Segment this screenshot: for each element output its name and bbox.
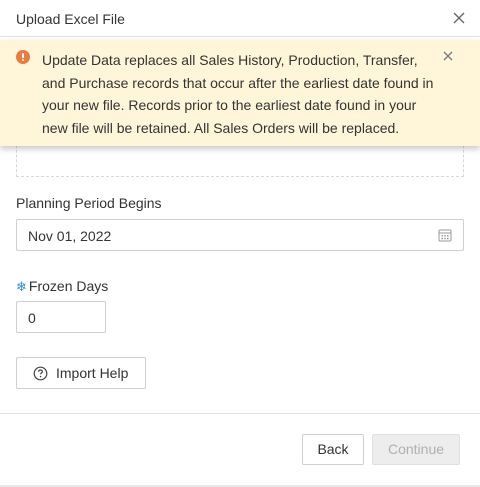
update-data-alert: Update Data replaces all Sales History, … bbox=[0, 40, 480, 146]
back-button[interactable]: Back bbox=[302, 434, 364, 465]
frozen-days-value: 0 bbox=[28, 310, 36, 326]
frozen-days-input[interactable]: 0 bbox=[16, 301, 106, 333]
calendar-icon[interactable] bbox=[438, 228, 452, 242]
planning-period-date-input[interactable]: Nov 01, 2022 bbox=[16, 219, 464, 251]
close-icon[interactable] bbox=[450, 9, 468, 27]
planning-period-value: Nov 01, 2022 bbox=[28, 228, 112, 244]
planning-period-label: Planning Period Begins bbox=[16, 195, 162, 211]
footer-divider bbox=[0, 413, 480, 414]
question-circle-icon bbox=[33, 366, 48, 381]
import-help-button[interactable]: Import Help bbox=[16, 357, 146, 389]
frozen-days-label-row: ❄ Frozen Days bbox=[16, 278, 108, 294]
snowflake-icon: ❄ bbox=[16, 278, 27, 294]
dialog-header: Upload Excel File bbox=[0, 0, 480, 37]
alert-message: Update Data replaces all Sales History, … bbox=[42, 52, 434, 136]
continue-button[interactable]: Continue bbox=[372, 434, 460, 465]
frozen-days-label: Frozen Days bbox=[28, 278, 109, 294]
import-help-label: Import Help bbox=[56, 365, 129, 381]
dialog-title: Upload Excel File bbox=[16, 11, 125, 27]
warning-circle-icon bbox=[16, 50, 30, 64]
close-icon[interactable] bbox=[441, 49, 455, 63]
upload-excel-dialog: Upload Excel File Planning Period Begins… bbox=[0, 0, 480, 487]
